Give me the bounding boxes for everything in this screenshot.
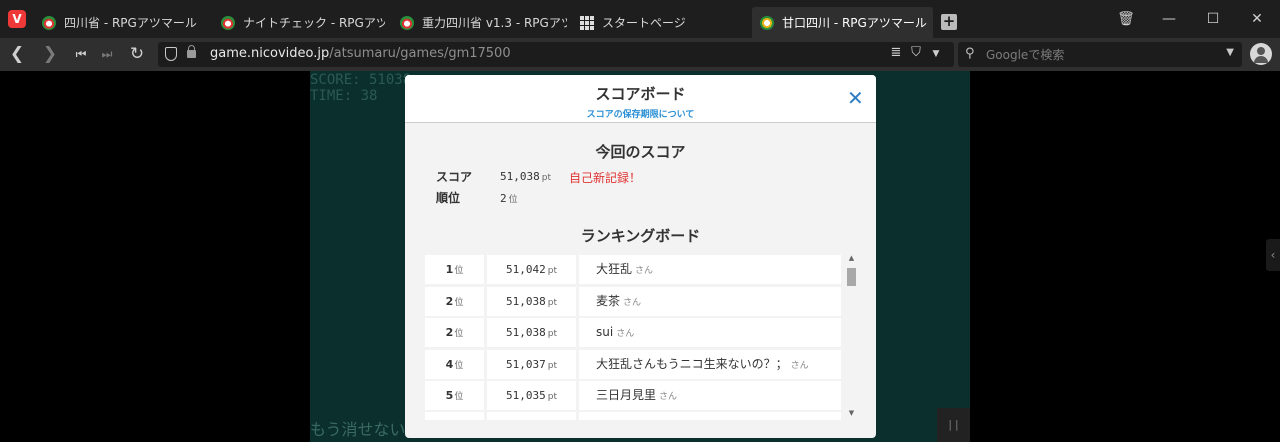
tab-start-page[interactable]: スタートページ <box>572 7 750 38</box>
scroll-thumb[interactable] <box>847 268 856 286</box>
bookmark-icon[interactable]: ⛉ <box>906 45 926 60</box>
rank-cell: 2位 <box>425 287 484 316</box>
name-cell: 大狂乱 さん <box>579 255 841 284</box>
name-cell: 麦茶 さん <box>579 287 841 316</box>
retention-link[interactable]: スコアの保存期限について <box>405 107 876 120</box>
game-status-text: もう消せない <box>310 420 406 439</box>
rank-label: 順位 <box>436 191 461 205</box>
ranking-row: 2位 51,038 pt sui さん <box>425 318 841 347</box>
panel-toggle-button[interactable]: ‹ <box>1266 239 1280 271</box>
reload-button[interactable]: ↻ <box>127 44 147 64</box>
name-cell: sui さん <box>579 318 841 347</box>
rank-cell: 2位 <box>425 318 484 347</box>
chevron-down-icon[interactable]: ▼ <box>926 49 946 59</box>
search-engine-dropdown[interactable]: ▼ <box>1226 47 1234 58</box>
vivaldi-menu-button[interactable]: V <box>8 10 26 28</box>
url-host: game.nicovideo.jp <box>210 46 330 61</box>
tab-bar: V 四川省 - RPGアツマール ナイトチェック - RPGアツマール 重力四川… <box>0 0 1280 38</box>
tab-title: 四川省 - RPGアツマール <box>64 16 197 30</box>
modal-header: スコアボード スコアの保存期限について ✕ <box>405 75 876 123</box>
trash-icon[interactable]: 🗑 <box>1116 10 1136 28</box>
close-window-button[interactable]: ✕ <box>1247 10 1267 28</box>
maximize-button[interactable]: ☐ <box>1203 10 1223 28</box>
tab-amakuchi-shisen[interactable]: 甘口四川 - RPGアツマール <box>752 7 933 38</box>
tab-title: ナイトチェック - RPGアツマール <box>243 16 385 30</box>
hud-time: TIME: 38 <box>310 88 378 104</box>
hud-score: SCORE: 51038 <box>310 72 412 88</box>
rank-cell: 4位 <box>425 350 484 379</box>
score-label: スコア <box>436 170 473 184</box>
new-tab-button[interactable]: + <box>941 14 957 30</box>
tab-title: 重力四川省 v1.3 - RPGアツマ <box>422 16 567 30</box>
tab-gravity-shisensho[interactable]: 重力四川省 v1.3 - RPGアツマ <box>392 7 567 38</box>
tab-knight-check[interactable]: ナイトチェック - RPGアツマール <box>213 7 385 38</box>
shield-icon[interactable] <box>165 47 177 61</box>
close-icon[interactable]: ✕ <box>847 88 864 108</box>
scoreboard-modal: スコアボード スコアの保存期限について ✕ 今回のスコア スコア 51,038 p… <box>405 75 876 438</box>
atsumaru-icon <box>221 15 235 30</box>
ranking-row: 4位 51,037 pt 大狂乱さんもうニコ生来ないの？； さん <box>425 350 841 379</box>
score-cell: 51,042 pt <box>487 255 576 284</box>
score-cell: 51,037 pt <box>487 350 576 379</box>
address-bar[interactable]: game.nicovideo.jp/atsumaru/games/gm17500… <box>158 42 954 67</box>
fast-forward-button[interactable]: ⏭ <box>97 44 117 64</box>
tab-shisensho[interactable]: 四川省 - RPGアツマール <box>34 7 206 38</box>
search-icon: ⚲ <box>965 46 975 61</box>
atsumaru-icon <box>760 15 774 30</box>
score-cell: 51,035 pt <box>487 381 576 410</box>
profile-avatar[interactable] <box>1250 43 1272 65</box>
tab-title: スタートページ <box>602 16 686 30</box>
game-control-button[interactable]: || <box>937 408 970 442</box>
modal-title: スコアボード <box>595 85 686 103</box>
scroll-up-icon[interactable]: ▲ <box>844 253 859 263</box>
rank-value: 2位 <box>500 192 518 205</box>
name-cell: 大狂乱さんもうニコ生来ないの？； さん <box>579 350 841 379</box>
score-value: 51,038 pt <box>500 170 551 183</box>
score-cell: 51,038 pt <box>487 318 576 347</box>
name-cell: 三日月見里 さん <box>579 381 841 410</box>
lock-icon <box>187 45 196 58</box>
ranking-scrollbar[interactable]: ▲ ▼ <box>844 252 859 420</box>
browser-toolbar: ❮ ❯ ⏮ ⏭ ↻ game.nicovideo.jp/atsumaru/gam… <box>0 38 1280 71</box>
url-text[interactable]: game.nicovideo.jp/atsumaru/games/gm17500 <box>210 46 511 61</box>
ranking-row: 2位 51,038 pt 麦茶 さん <box>425 287 841 316</box>
reader-view-icon[interactable]: ≣ <box>886 45 906 60</box>
scroll-down-icon[interactable]: ▼ <box>844 408 859 418</box>
atsumaru-icon <box>42 15 56 30</box>
grid-icon <box>580 15 594 30</box>
new-record-badge: 自己新記録！ <box>569 171 642 185</box>
rewind-button[interactable]: ⏮ <box>71 44 91 64</box>
tab-title: 甘口四川 - RPGアツマール <box>782 16 927 30</box>
atsumaru-icon <box>400 15 414 30</box>
back-button[interactable]: ❮ <box>7 44 27 64</box>
forward-button[interactable]: ❯ <box>40 44 60 64</box>
url-path: /atsumaru/games/gm17500 <box>329 46 511 61</box>
ranking-list[interactable]: 1位 51,042 pt 大狂乱 さん 2位 51,038 pt 麦茶 さん 2位 51… <box>425 252 841 420</box>
minimize-button[interactable]: — <box>1159 10 1179 28</box>
current-score-heading: 今回のスコア <box>595 143 686 161</box>
search-box[interactable]: ⚲ ▼ <box>958 42 1242 67</box>
ranking-row: 5位 51,035 pt 三日月見里 さん <box>425 381 841 410</box>
rank-cell: 5位 <box>425 381 484 410</box>
score-cell: 51,038 pt <box>487 287 576 316</box>
ranking-heading: ランキングボード <box>580 227 701 245</box>
search-input[interactable] <box>986 45 1216 64</box>
ranking-row: 1位 51,042 pt 大狂乱 さん <box>425 255 841 284</box>
ranking-row <box>425 412 841 420</box>
rank-cell: 1位 <box>425 255 484 284</box>
